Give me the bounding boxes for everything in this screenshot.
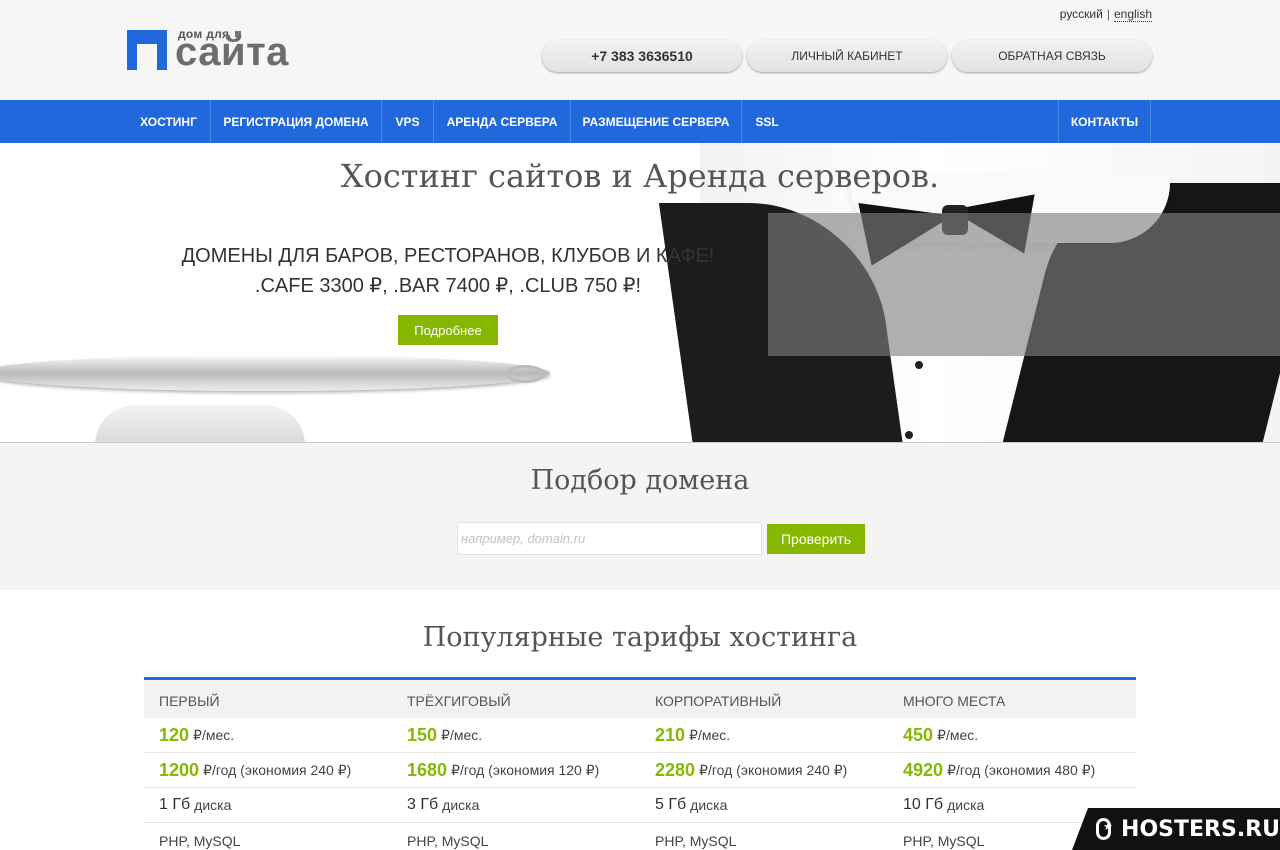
- disk-label: диска: [194, 797, 232, 813]
- main-nav: ХОСТИНГ РЕГИСТРАЦИЯ ДОМЕНА VPS АРЕНДА СЕ…: [0, 100, 1280, 143]
- hero-banner: Хостинг сайтов и Аренда серверов. ДОМЕНЫ…: [0, 143, 1280, 443]
- nav-item-domain-registration[interactable]: РЕГИСТРАЦИЯ ДОМЕНА: [211, 100, 382, 143]
- monthly-price-cell: 210 ₽/мес.: [640, 718, 888, 752]
- monthly-price: 450: [903, 724, 934, 745]
- monthly-price-row: 120 ₽/мес. 150 ₽/мес. 210 ₽/мес. 450 ₽/мес.: [144, 718, 1136, 753]
- language-switcher: русский | english: [1060, 7, 1152, 22]
- price-unit: ₽/год (экономия 120 ₽): [451, 761, 600, 778]
- price-unit: ₽/год (экономия 480 ₽): [947, 761, 1096, 778]
- site-header: дом для сайта русский | english +7 383 363…: [0, 0, 1280, 100]
- lang-english[interactable]: english: [1113, 7, 1152, 22]
- logo-big-text: сайта: [175, 30, 289, 74]
- site-logo[interactable]: дом для сайта: [127, 27, 302, 73]
- yearly-price-row: 1200 ₽/год (экономия 240 ₽) 1680 ₽/год (эк…: [144, 753, 1136, 788]
- monthly-price: 150: [407, 724, 438, 745]
- disk-row: 1 Гб диска 3 Гб диска 5 Гб диска 10 Гб диска: [144, 788, 1136, 823]
- more-info-button[interactable]: Подробнее: [398, 315, 498, 345]
- hosters-watermark: HOSTERS.RU: [1072, 808, 1280, 850]
- monthly-price: 120: [159, 724, 190, 745]
- disk-cell: 1 Гб диска: [144, 788, 392, 822]
- lang-russian[interactable]: русский: [1060, 7, 1103, 21]
- yearly-price-cell: 1680 ₽/год (экономия 120 ₽): [392, 753, 640, 787]
- shirt-button: [915, 361, 923, 369]
- shirt-button: [905, 431, 913, 439]
- yearly-price: 1680: [407, 759, 448, 780]
- disk-size: 1 Гб: [159, 796, 191, 813]
- tech-row: PHP, MySQL PHP, MySQL PHP, MySQL PHP, My…: [144, 823, 1136, 850]
- account-button[interactable]: ЛИЧНЫЙ КАБИНЕТ: [747, 40, 947, 72]
- yearly-price: 1200: [159, 759, 200, 780]
- disk-size: 10 Гб: [903, 796, 944, 813]
- monthly-price: 210: [655, 724, 686, 745]
- disk-label: диска: [442, 797, 480, 813]
- promo-headline: ДОМЕНЫ ДЛЯ БАРОВ, РЕСТОРАНОВ, КЛУБОВ И К…: [181, 245, 715, 267]
- monthly-price-cell: 150 ₽/мес.: [392, 718, 640, 752]
- price-unit: ₽/мес.: [689, 726, 731, 743]
- monthly-price-cell: 120 ₽/мес.: [144, 718, 392, 752]
- domain-search-input[interactable]: [457, 522, 762, 555]
- yearly-price-cell: 1200 ₽/год (экономия 240 ₽): [144, 753, 392, 787]
- disk-cell: 3 Гб диска: [392, 788, 640, 822]
- promo-prices: .CAFE 3300 ₽, .BAR 7400 ₽, .CLUB 750 ₽!: [254, 275, 642, 297]
- domain-search-title: Подбор домена: [530, 465, 750, 496]
- price-unit: ₽/год (экономия 240 ₽): [203, 761, 352, 778]
- plan-name[interactable]: ТРЁХГИГОВЫЙ: [392, 680, 640, 718]
- price-unit: ₽/год (экономия 240 ₽): [699, 761, 848, 778]
- nav-item-contacts[interactable]: КОНТАКТЫ: [1058, 100, 1151, 143]
- price-unit: ₽/мес.: [937, 726, 979, 743]
- tariffs-header-row: ПЕРВЫЙ ТРЁХГИГОВЫЙ КОРПОРАТИВНЫЙ МНОГО М…: [144, 680, 1136, 718]
- plan-name[interactable]: ПЕРВЫЙ: [144, 680, 392, 718]
- plan-name[interactable]: МНОГО МЕСТА: [888, 680, 1136, 718]
- lang-separator: |: [1106, 7, 1110, 21]
- tariffs-table: ПЕРВЫЙ ТРЁХГИГОВЫЙ КОРПОРАТИВНЫЙ МНОГО М…: [144, 677, 1136, 850]
- waiter-hand: [95, 405, 305, 442]
- yearly-price: 4920: [903, 759, 944, 780]
- disk-label: диска: [690, 797, 728, 813]
- tech-cell: PHP, MySQL: [407, 832, 489, 849]
- chat-star-icon: [1096, 818, 1113, 840]
- tech-cell: PHP, MySQL: [655, 832, 737, 849]
- monthly-price-cell: 450 ₽/мес.: [888, 718, 1136, 752]
- phone-button[interactable]: +7 383 3636510: [542, 40, 742, 72]
- nav-item-server-rent[interactable]: АРЕНДА СЕРВЕРА: [434, 100, 571, 143]
- domain-search-section: Подбор домена Проверить: [0, 443, 1280, 590]
- price-unit: ₽/мес.: [193, 726, 235, 743]
- house-logo-icon: [127, 30, 167, 70]
- disk-label: диска: [947, 797, 985, 813]
- watermark-text: HOSTERS.RU: [1121, 816, 1280, 842]
- nav-item-ssl[interactable]: SSL: [742, 100, 792, 143]
- tech-cell: PHP, MySQL: [159, 832, 241, 849]
- yearly-price-cell: 4920 ₽/год (экономия 480 ₽): [888, 753, 1136, 787]
- disk-size: 3 Гб: [407, 796, 439, 813]
- feedback-button[interactable]: ОБРАТНАЯ СВЯЗЬ: [952, 40, 1152, 72]
- price-unit: ₽/мес.: [441, 726, 483, 743]
- tariffs-title: Популярные тарифы хостинга: [422, 622, 858, 653]
- nav-item-vps[interactable]: VPS: [382, 100, 434, 143]
- tray-rim: [505, 365, 545, 383]
- yearly-price-cell: 2280 ₽/год (экономия 240 ₽): [640, 753, 888, 787]
- silver-tray: [0, 355, 550, 391]
- nav-item-hosting[interactable]: ХОСТИНГ: [127, 100, 211, 143]
- nav-item-colocation[interactable]: РАЗМЕЩЕНИЕ СЕРВЕРА: [571, 100, 742, 143]
- check-domain-button[interactable]: Проверить: [767, 524, 865, 554]
- disk-size: 5 Гб: [655, 796, 687, 813]
- hero-title: Хостинг сайтов и Аренда серверов.: [340, 157, 940, 195]
- plan-name[interactable]: КОРПОРАТИВНЫЙ: [640, 680, 888, 718]
- disk-cell: 5 Гб диска: [640, 788, 888, 822]
- yearly-price: 2280: [655, 759, 696, 780]
